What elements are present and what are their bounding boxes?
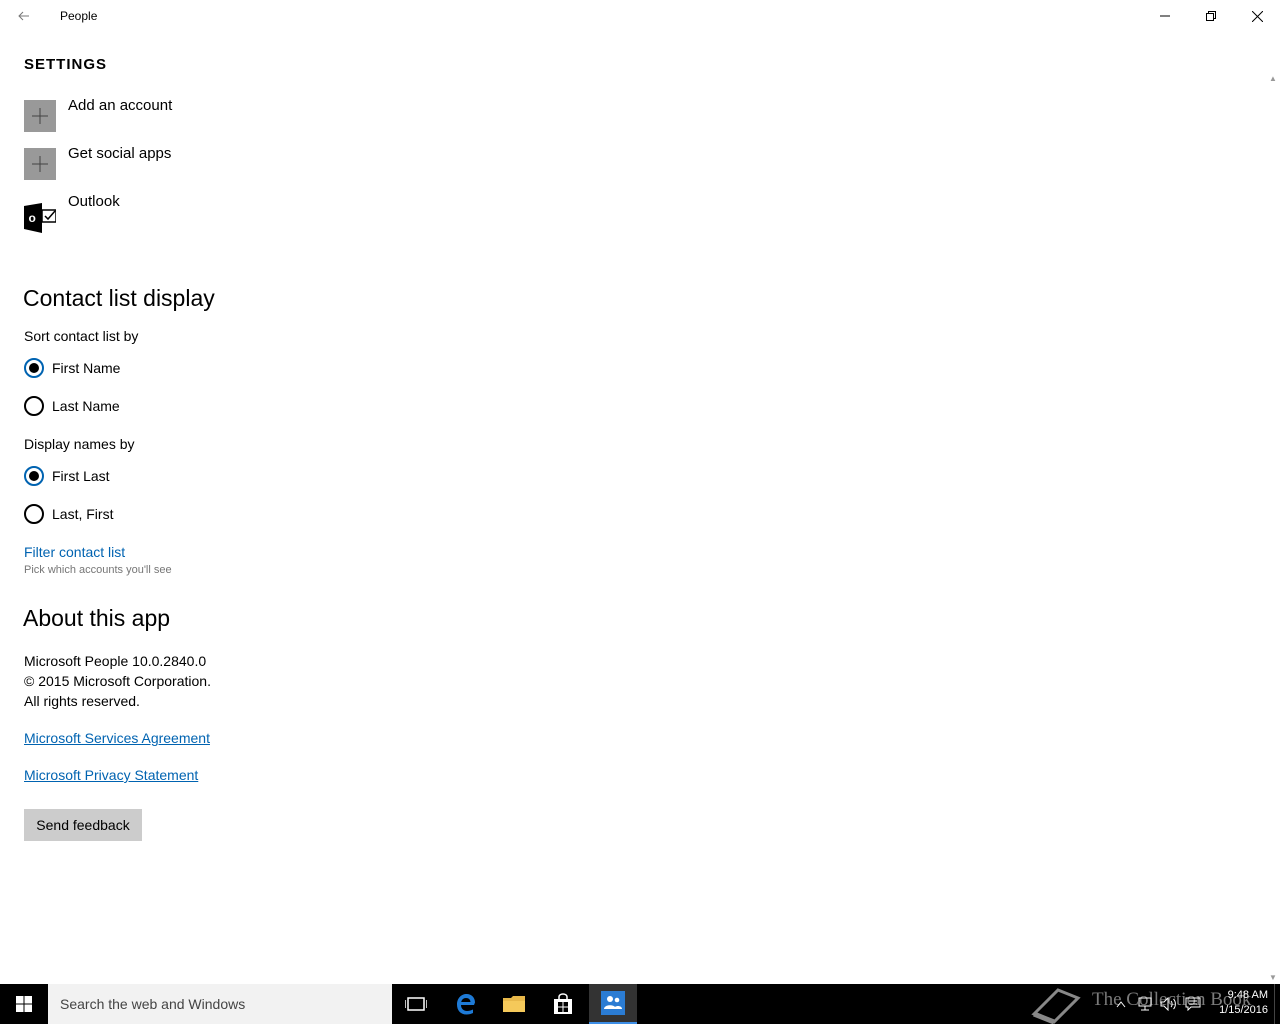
radio-label: First Last — [52, 468, 110, 484]
radio-sort-first-name[interactable]: First Name — [24, 357, 120, 379]
people-app-button[interactable] — [589, 984, 637, 1024]
send-feedback-button[interactable]: Send feedback — [24, 809, 142, 841]
show-hidden-icons-button[interactable] — [1110, 984, 1132, 1024]
radio-label: Last Name — [52, 398, 120, 414]
restore-icon — [1206, 11, 1216, 21]
add-account-label: Add an account — [68, 97, 173, 114]
windows-logo-icon — [16, 996, 32, 1012]
network-button[interactable] — [1134, 984, 1156, 1024]
version-text: Microsoft People 10.0.2840.0 — [24, 653, 207, 669]
clock[interactable]: 9:48 AM 1/15/2016 — [1212, 988, 1268, 1018]
start-button[interactable] — [0, 984, 48, 1024]
title-bar: People — [0, 0, 1280, 32]
settings-pane: SETTINGS Add an account Get social apps … — [0, 32, 1266, 984]
minimize-button[interactable] — [1142, 0, 1188, 32]
radio-button-checked[interactable] — [24, 466, 44, 486]
radio-display-first-last[interactable]: First Last — [24, 465, 110, 487]
people-icon — [601, 991, 625, 1015]
get-social-apps-item[interactable]: Get social apps — [24, 145, 172, 180]
plus-icon — [24, 100, 56, 132]
network-icon — [1138, 997, 1152, 1011]
copyright-text: © 2015 Microsoft Corporation. — [24, 673, 211, 689]
back-button[interactable] — [8, 4, 40, 28]
radio-label: First Name — [52, 360, 121, 376]
outlook-label: Outlook — [68, 193, 120, 210]
privacy-statement-link[interactable]: Microsoft Privacy Statement — [24, 767, 198, 783]
contact-display-heading: Contact list display — [23, 285, 215, 311]
clock-time: 9:48 AM — [1227, 989, 1268, 1001]
radio-display-last-first[interactable]: Last, First — [24, 503, 113, 525]
taskbar-search-box[interactable]: Search the web and Windows — [48, 984, 392, 1024]
radio-button[interactable] — [24, 396, 44, 416]
volume-icon — [1160, 997, 1176, 1011]
search-placeholder: Search the web and Windows — [60, 996, 246, 1012]
task-view-button[interactable] — [392, 984, 440, 1024]
edge-button[interactable] — [442, 984, 490, 1024]
taskbar: Search the web and Windows The Collectio… — [0, 984, 1280, 1024]
back-arrow-icon — [18, 11, 29, 21]
filter-caption: Pick which accounts you'll see — [24, 564, 172, 576]
outlook-icon: o — [24, 196, 57, 233]
about-info: Microsoft People 10.0.2840.0 © 2015 Micr… — [24, 651, 211, 711]
services-agreement-link[interactable]: Microsoft Services Agreement — [24, 730, 210, 746]
chevron-up-icon — [1116, 1001, 1126, 1008]
scrollbar[interactable]: ▲ ▼ — [1266, 70, 1280, 984]
svg-text:o: o — [29, 211, 36, 225]
clock-date: 1/15/2016 — [1219, 1004, 1268, 1016]
add-account-item[interactable]: Add an account — [24, 97, 173, 132]
book-watermark-icon — [1031, 988, 1081, 1024]
outlook-account-item[interactable]: o Outlook — [24, 193, 120, 233]
minimize-icon — [1160, 15, 1170, 17]
task-view-icon — [405, 997, 427, 1011]
file-explorer-button[interactable] — [490, 984, 538, 1024]
sort-label: Sort contact list by — [24, 328, 139, 344]
radio-sort-last-name[interactable]: Last Name — [24, 395, 120, 417]
about-heading: About this app — [23, 605, 171, 631]
close-icon — [1251, 10, 1263, 22]
show-desktop-button[interactable] — [1274, 984, 1280, 1024]
store-button[interactable] — [539, 984, 587, 1024]
scroll-down-icon[interactable]: ▼ — [1269, 973, 1277, 982]
store-bag-icon — [554, 993, 572, 1014]
scroll-up-icon[interactable]: ▲ — [1269, 74, 1277, 83]
edge-icon — [457, 994, 475, 1015]
plus-icon — [24, 148, 56, 180]
radio-button[interactable] — [24, 504, 44, 524]
rights-text: All rights reserved. — [24, 693, 140, 709]
notification-icon — [1185, 997, 1201, 1011]
filter-contact-list-link[interactable]: Filter contact list — [24, 544, 125, 560]
folder-icon — [503, 996, 525, 1012]
volume-button[interactable] — [1158, 984, 1180, 1024]
close-button[interactable] — [1234, 0, 1280, 32]
get-social-apps-label: Get social apps — [68, 145, 172, 162]
settings-header: SETTINGS — [24, 56, 108, 73]
action-center-button[interactable] — [1182, 984, 1204, 1024]
display-names-label: Display names by — [24, 436, 135, 452]
radio-label: Last, First — [52, 506, 114, 522]
window-title: People — [60, 9, 98, 23]
restore-button[interactable] — [1188, 0, 1234, 32]
radio-button-checked[interactable] — [24, 358, 44, 378]
